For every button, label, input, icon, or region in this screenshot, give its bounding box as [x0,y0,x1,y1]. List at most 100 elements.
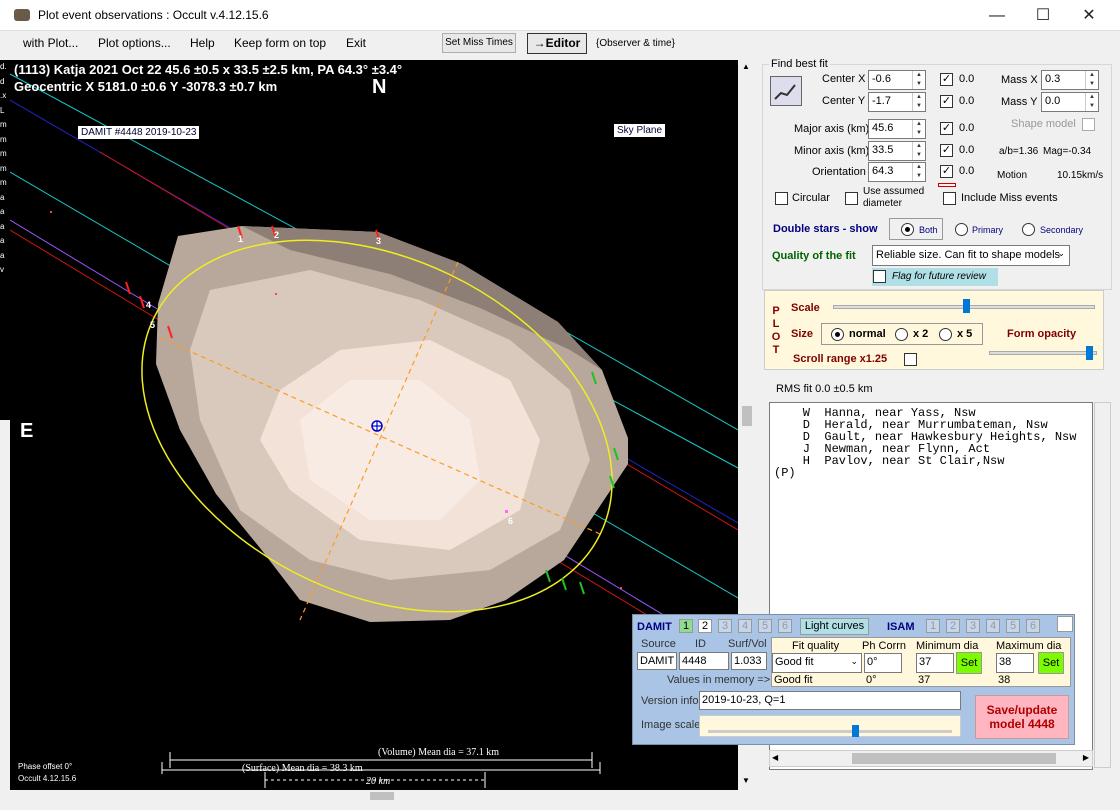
damit-tab-6[interactable]: 6 [778,619,792,633]
source-header: Source [641,638,676,650]
primary-radio[interactable] [955,223,968,236]
center-y-check-value: 0.0 [959,95,975,107]
orientation-check-value: 0.0 [959,165,975,177]
major-axis-label: Major axis (km) [794,123,870,135]
min-dia-set-button[interactable]: Set [956,652,982,674]
max-dia-set-button[interactable]: Set [1038,652,1064,674]
damit-label: DAMIT #4448 2019-10-23 [78,126,200,139]
minor-axis-label: Minor axis (km) [794,145,870,157]
damit-tab-4[interactable]: 4 [738,619,752,633]
motion-value: 10.15km/s [1057,170,1104,181]
chord-label-3: 3 [376,236,382,246]
orientation-label: Orientation [812,166,866,178]
shape-model-label: Shape model [1011,118,1076,130]
shape-model-checkbox[interactable] [1082,118,1095,131]
assumed-diameter-label: Use assumed diameter [863,186,925,209]
left-edge-letter: d [0,76,5,86]
minor-axis-input[interactable]: 33.5 ▲ ▼ [868,141,926,161]
size-x5-radio[interactable] [939,328,952,341]
save-update-model-button[interactable]: Save/update model 4448 [975,695,1069,739]
minor-axis-checkbox[interactable]: ✓ [940,144,953,157]
size-x5-label: x 5 [957,328,973,340]
id-header: ID [695,638,706,650]
left-edge-letter: m [0,134,7,144]
version-info-field[interactable]: 2019-10-23, Q=1 [699,691,961,710]
flag-checkbox[interactable] [873,270,886,283]
chord-label-4: 4 [146,300,152,310]
isam-tab-3[interactable]: 3 [966,619,980,633]
include-miss-checkbox[interactable] [943,192,956,205]
light-curves-button[interactable]: Light curves [800,618,869,635]
major-axis-check-value: 0.0 [959,122,975,134]
both-radio[interactable] [901,223,914,236]
plot-horizontal-scrollbar[interactable] [10,790,738,802]
observer-vscroll[interactable] [1094,402,1111,768]
observer-list-scrollbar[interactable]: ◀ ▶ [769,750,1093,767]
set-miss-times-button[interactable]: Set Miss Times [442,33,516,53]
center-x-checkbox[interactable]: ✓ [940,73,953,86]
size-normal-radio[interactable] [831,328,844,341]
quality-select[interactable]: Reliable size. Can fit to shape models ⌄ [872,245,1070,266]
max-dia-field[interactable]: 38 [996,653,1034,673]
fit-quality-header: Fit quality [792,640,840,652]
orientation-input[interactable]: 64.3 ▲ ▼ [868,162,926,182]
menu-exit[interactable]: Exit [346,36,366,50]
orientation-indicator [938,183,956,187]
damit-tab-1[interactable]: 1 [679,619,693,633]
maximize-button[interactable]: ☐ [1020,0,1066,31]
mass-y-input[interactable]: 0.0 ▲ ▼ [1041,92,1099,112]
ph-corrn-field[interactable]: 0° [864,653,902,673]
mass-x-input[interactable]: 0.3 ▲ ▼ [1041,70,1099,90]
damit-tab-5[interactable]: 5 [758,619,772,633]
menu-help[interactable]: Help [190,36,215,50]
include-miss-label: Include Miss events [961,192,1058,204]
major-axis-input[interactable]: 45.6 ▲ ▼ [868,119,926,139]
center-y-checkbox[interactable]: ✓ [940,95,953,108]
scroll-range-checkbox[interactable] [904,353,917,366]
center-x-input[interactable]: -0.6 ▲ ▼ [868,70,926,90]
volume-dia-label: (Volume) Mean dia = 37.1 km [378,747,499,758]
secondary-radio[interactable] [1022,223,1035,236]
isam-tab-1[interactable]: 1 [926,619,940,633]
scale-label: Scale [791,302,820,314]
circular-checkbox[interactable] [775,192,788,205]
close-button[interactable]: ✕ [1066,0,1112,31]
vscroll-thumb[interactable] [742,406,752,426]
orientation-checkbox[interactable]: ✓ [940,165,953,178]
mag-value: Mag=-0.34 [1043,146,1092,157]
menu-plot-options[interactable]: Plot options... [98,36,171,50]
minimize-button[interactable]: — [974,0,1020,31]
scroll-range-label: Scroll range x1.25 [793,353,888,365]
damit-tab-2[interactable]: 2 [698,619,712,633]
min-dia-field[interactable]: 37 [916,653,954,673]
menu-keep-on-top[interactable]: Keep form on top [234,36,326,50]
editor-button[interactable]: →Editor [527,33,587,54]
center-y-label: Center Y [822,95,866,107]
assumed-diameter-checkbox[interactable] [845,192,858,205]
chord-label-5: 5 [150,320,156,330]
observer-scroll-thumb[interactable] [852,753,1056,764]
isam-tab-2[interactable]: 2 [946,619,960,633]
damit-panel: DAMIT 1 2 3 4 5 6 Light curves ISAM 1 2 … [632,614,1075,745]
damit-tab-3[interactable]: 3 [718,619,732,633]
center-y-input[interactable]: -1.7 ▲ ▼ [868,92,926,112]
scale-slider-thumb[interactable] [963,299,970,313]
isam-tab-4[interactable]: 4 [986,619,1000,633]
opacity-slider-track[interactable] [989,351,1097,355]
mem-fit-value: Good fit [774,674,813,686]
image-scale-slider[interactable] [699,715,961,737]
major-axis-checkbox[interactable]: ✓ [940,122,953,135]
size-x2-radio[interactable] [895,328,908,341]
chevron-down-icon: ⌄ [1057,248,1065,258]
isam-tab-5[interactable]: 5 [1006,619,1020,633]
fit-quality-select[interactable]: Good fit ⌄ [772,653,862,673]
find-fit-button[interactable] [770,76,802,106]
isam-tab-6[interactable]: 6 [1026,619,1040,633]
damit-close-box[interactable] [1057,616,1073,632]
image-scale-thumb[interactable] [852,725,859,737]
fit-quality-box: Fit quality Ph Corrn Minimum dia Maximum… [771,637,1071,687]
hscroll-thumb[interactable] [370,792,394,800]
menu-with-plot[interactable]: with Plot... [23,36,78,50]
plot-area[interactable]: (1113) Katja 2021 Oct 22 45.6 ±0.5 x 33.… [10,60,738,790]
opacity-slider-thumb[interactable] [1086,346,1093,360]
